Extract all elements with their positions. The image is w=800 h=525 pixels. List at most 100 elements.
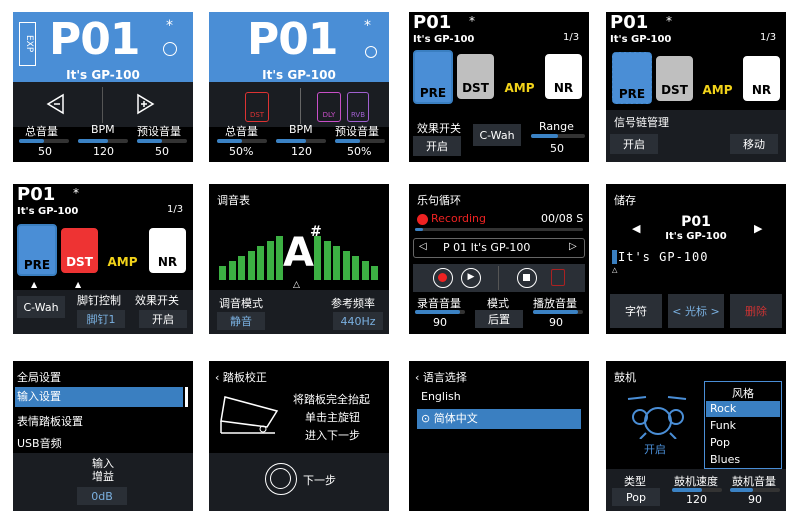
bpm-bar[interactable] [276, 139, 326, 143]
cursor-button[interactable]: < 光标 > [668, 294, 724, 328]
modified-star: * [166, 18, 173, 34]
play-button[interactable]: ▶ [461, 268, 481, 288]
fx-slot-pre[interactable]: PRE [612, 52, 652, 104]
knob-icon[interactable] [265, 463, 297, 495]
tuner-mode-value[interactable]: 静音 [217, 312, 265, 330]
fx-slot-dst[interactable]: DST [61, 228, 98, 273]
fx-slot-amp[interactable]: AMP [699, 56, 736, 101]
screen-drum-machine: 鼓机 开启 风格 Rock Funk Pop Blues 类型 Pop 鼓机速度… [606, 361, 786, 511]
fx-slot-dst[interactable]: DST [656, 56, 693, 101]
prev-patch-icon[interactable]: ◁ [419, 241, 427, 252]
looper-progress [415, 228, 583, 231]
label-preset-volume: 预设音量 [137, 125, 181, 138]
fx-slot-dst[interactable]: DST [457, 54, 494, 99]
footswitch-value[interactable]: 脚钉1 [77, 310, 125, 328]
calibration-title: ‹ 踏板校正 [215, 371, 267, 384]
label-bpm: BPM [289, 123, 313, 136]
tuner-segment [333, 246, 340, 280]
fx-param-button[interactable]: C-Wah [17, 296, 65, 318]
patch-name: It's GP-100 [66, 68, 140, 82]
style-option-funk[interactable]: Funk [710, 419, 736, 432]
looper-patch-name: P 01 It's GP-100 [443, 241, 531, 254]
mode-value[interactable]: 后置 [475, 310, 523, 328]
modified-star: * [364, 18, 371, 34]
dly-pedal-icon[interactable]: DLY [317, 92, 341, 122]
fx-slot-pre[interactable]: PRE [17, 224, 57, 276]
screen-signal-chain: P01 * It's GP-100 1/3 PRE DST AMP NR 信号链… [606, 12, 786, 162]
rec-volume-bar[interactable] [415, 310, 465, 314]
play-volume-bar[interactable] [533, 310, 583, 314]
preset-volume-bar[interactable] [137, 139, 187, 143]
language-option-chinese[interactable]: ⊙ 简体中文 [417, 409, 581, 429]
footswitch-label: 脚钉控制 [77, 294, 121, 307]
prev-patch-icon[interactable] [45, 93, 67, 115]
char-button[interactable]: 字符 [610, 294, 662, 328]
next-patch-icon[interactable]: ▷ [569, 241, 577, 252]
rec-volume-label: 录音音量 [417, 297, 461, 310]
scrollbar[interactable] [185, 387, 188, 407]
screen-patch-effects: P01 * It's GP-100 DST DLY RVB 总音量 BPM 预设… [209, 12, 389, 162]
fx-slot-nr[interactable]: NR [743, 56, 780, 101]
modified-star: * [666, 14, 672, 28]
record-button[interactable] [433, 268, 453, 288]
fx-switch-button[interactable]: 开启 [413, 136, 461, 156]
delete-button[interactable]: 删除 [730, 294, 782, 328]
speed-bar[interactable] [672, 488, 722, 492]
tuner-segment [314, 236, 321, 280]
fx-slot-amp[interactable]: AMP [501, 54, 538, 99]
instruction-3: 进入下一步 [305, 429, 360, 442]
stop-button[interactable] [517, 268, 537, 288]
screen-patch-home: EXP P01 * It's GP-100 总音量 BPM 预设音量 50 12… [13, 12, 193, 162]
volume-bar[interactable] [730, 488, 780, 492]
delete-icon[interactable] [551, 269, 565, 286]
dst-pedal-icon[interactable]: DST [245, 92, 269, 122]
tuner-segment [257, 246, 264, 280]
range-bar[interactable] [531, 134, 585, 138]
volume-value: 90 [748, 493, 762, 506]
chain-on-button[interactable]: 开启 [610, 134, 658, 154]
screen-tuner: 调音表 A # △ 调音模式 静音 参考频率 440Hz [209, 184, 389, 334]
settings-item-expression[interactable]: 表情踏板设置 [17, 413, 83, 429]
master-volume-bar[interactable] [19, 139, 69, 143]
input-gain-value[interactable]: 0dB [77, 487, 127, 505]
tuner-segment [352, 256, 359, 280]
type-value[interactable]: Pop [612, 488, 660, 506]
label-master-volume: 总音量 [225, 125, 258, 138]
settings-item-input[interactable]: 输入设置 [15, 387, 183, 407]
name-edit-field[interactable]: It's GP-100 [618, 250, 708, 264]
tuner-sharp: # [310, 224, 322, 240]
fx-switch-button[interactable]: 开启 [139, 310, 187, 328]
style-option-blues[interactable]: Blues [710, 453, 740, 466]
tuner-segment [361, 261, 369, 280]
ref-freq-value[interactable]: 440Hz [333, 312, 383, 330]
value-bpm: 120 [93, 145, 114, 158]
screen-global-settings: 全局设置 输入设置 表情踏板设置 USB音频 输入 增益 0dB [13, 361, 193, 511]
fx-slot-pre[interactable]: PRE [413, 50, 453, 104]
label-preset-volume: 预设音量 [335, 125, 379, 138]
fx-slot-nr[interactable]: NR [545, 54, 582, 99]
rec-volume-value: 90 [433, 316, 447, 329]
style-option-pop[interactable]: Pop [710, 436, 730, 449]
exp-badge: EXP [19, 22, 36, 66]
rvb-pedal-icon[interactable]: RVB [347, 92, 369, 122]
value-master-volume: 50% [229, 145, 254, 158]
divider [498, 266, 499, 290]
master-volume-bar[interactable] [217, 139, 267, 143]
settings-item-usb[interactable]: USB音频 [17, 435, 62, 451]
patch-number: P01 [49, 14, 140, 65]
fx-slot-nr[interactable]: NR [149, 228, 186, 273]
fx-param-button[interactable]: C-Wah [473, 124, 521, 146]
next-step-label[interactable]: 下一步 [303, 472, 336, 488]
next-patch-icon[interactable] [134, 93, 156, 115]
style-option-rock[interactable]: Rock [706, 401, 780, 417]
fx-slot-amp[interactable]: AMP [104, 228, 141, 273]
tuner-segment [323, 241, 331, 280]
chain-move-button[interactable]: 移动 [730, 134, 778, 154]
language-option-english[interactable]: English [417, 387, 581, 407]
text-cursor [612, 250, 617, 264]
bpm-bar[interactable] [78, 139, 128, 143]
settings-item-global[interactable]: 全局设置 [17, 369, 61, 385]
drum-on-label[interactable]: 开启 [644, 441, 666, 457]
preset-volume-bar[interactable] [335, 139, 385, 143]
tuner-segment [266, 241, 274, 280]
